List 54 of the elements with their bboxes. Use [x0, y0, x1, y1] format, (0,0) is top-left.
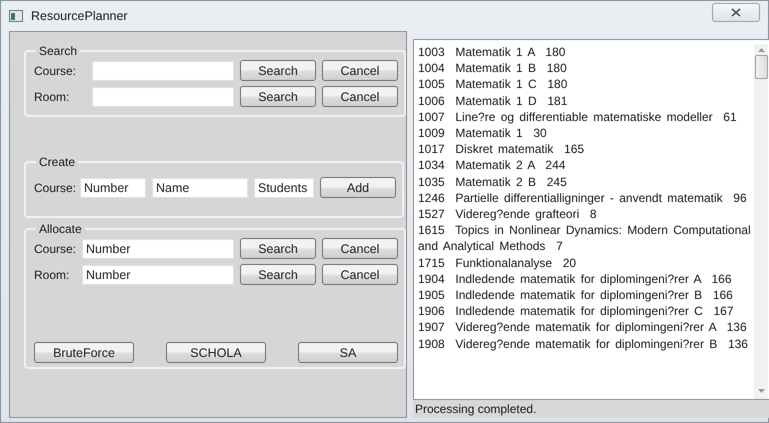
search-button[interactable]: Search — [240, 86, 316, 107]
field-label: Course: — [34, 64, 78, 78]
search-button[interactable]: Search — [240, 60, 316, 81]
list-line: 1906 Indledende matematik for diplomingeni?rer C 167 — [418, 303, 735, 320]
field-label: Course: — [34, 242, 76, 256]
list-line: 1907 Videreg?ende matematik for diplomingeni?rer A 136 — [418, 319, 748, 336]
list-line: 1017 Diskret matematik 165 — [418, 141, 586, 158]
group-title: Create — [39, 155, 76, 169]
cancel-button[interactable]: Cancel — [322, 60, 398, 81]
input-field[interactable] — [92, 60, 234, 80]
scroll-down-icon — [758, 389, 764, 393]
search-button[interactable]: Search — [240, 238, 316, 259]
input-field[interactable]: Number — [82, 238, 234, 258]
close-button[interactable] — [712, 2, 760, 22]
input-field[interactable]: Number — [80, 178, 146, 198]
cancel-button[interactable]: Cancel — [322, 86, 398, 107]
field-label: Room: — [34, 268, 70, 282]
list-line: 1908 Videreg?ende matematik for diplomingeni?rer B 136 — [418, 336, 749, 352]
cancel-button[interactable]: Cancel — [322, 238, 398, 259]
algorithm-button[interactable]: BruteForce — [34, 342, 134, 363]
algorithm-button[interactable]: SCHOLA — [166, 342, 266, 363]
input-field[interactable]: Students — [254, 178, 314, 198]
list-line: 1007 Line?re og differentiable matematiske modeller 61 — [418, 108, 738, 126]
list-line: 1034 Matematik 2 A 244 — [418, 157, 566, 174]
input-field[interactable]: Number — [82, 264, 234, 284]
close-icon — [731, 8, 741, 16]
list-line: 1004 Matematik 1 B 180 — [418, 60, 568, 76]
scrollbar[interactable] — [754, 44, 768, 399]
list-line: 1615 Topics in Nonlinear Dynamics: Modern Computational and Analytical Methods 7 — [418, 222, 752, 255]
group-title: Search — [39, 44, 78, 58]
list-line: 1905 Indledende matematik for diplomingeni?rer B 166 — [418, 287, 734, 304]
list-line: 1035 Matematik 2 B 245 — [418, 174, 568, 190]
list-line: 1006 Matematik 1 D 181 — [418, 92, 568, 109]
list-line: 1005 Matematik 1 C 180 — [418, 76, 568, 93]
field-label: Course: — [34, 180, 74, 194]
input-field[interactable] — [92, 86, 234, 106]
add-button[interactable]: Add — [320, 177, 396, 198]
field-label: Room: — [34, 90, 70, 104]
input-field[interactable]: Name — [152, 178, 248, 198]
algorithm-button[interactable]: SA — [298, 342, 398, 363]
group-title: Allocate — [39, 222, 82, 236]
list-line: 1246 Partielle differentialligninger - anvendt matematik 96 — [418, 190, 748, 206]
search-button[interactable]: Search — [240, 264, 316, 285]
app-icon — [9, 10, 23, 22]
list-line: 1003 Matematik 1 A 180 — [418, 44, 566, 60]
window-title: ResourcePlanner — [31, 9, 129, 23]
scroll-thumb[interactable] — [754, 55, 768, 79]
list-line: 1009 Matematik 1 30 — [418, 125, 548, 142]
list-line: 1527 Videreg?ende grafteori 8 — [418, 206, 598, 222]
cancel-button[interactable]: Cancel — [322, 264, 398, 285]
list-line: 1715 Funktionalanalyse 20 — [418, 254, 578, 271]
status-text: Processing completed. — [415, 402, 536, 416]
list-line: 1904 Indledende matematik for diplomingeni?rer A 166 — [418, 270, 733, 288]
scroll-up-icon — [758, 48, 764, 52]
